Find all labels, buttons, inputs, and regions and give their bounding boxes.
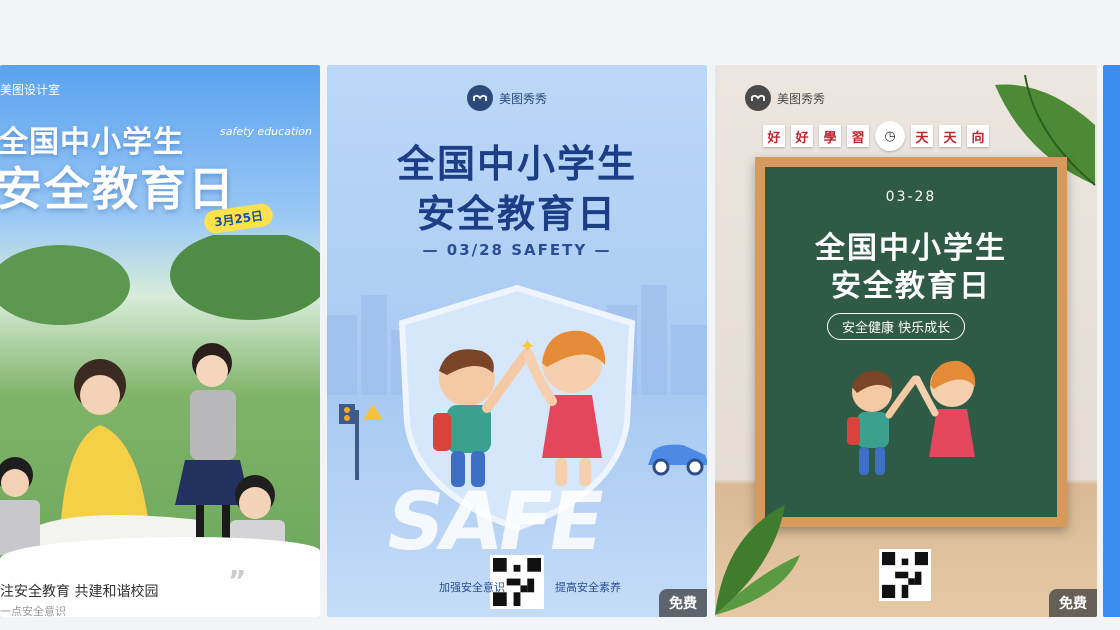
- right-caption: 提高安全素养: [555, 581, 621, 594]
- motto-char: 天: [939, 125, 961, 147]
- meitu-logo-icon: [745, 85, 771, 111]
- clock-icon: ◷: [875, 121, 905, 151]
- motto-char: 好: [763, 125, 785, 147]
- slogan-pill: 安全健康 快乐成长: [827, 313, 966, 340]
- template-card-1[interactable]: 美图设计室 全国中小学生 安全教育日 safety education 3月25…: [0, 65, 320, 617]
- motto-char: 好: [791, 125, 813, 147]
- svg-text:✦: ✦: [519, 334, 536, 358]
- traffic-light-icon: [339, 404, 383, 480]
- car-icon: [648, 444, 707, 476]
- studio-label: 美图设计室: [0, 83, 61, 97]
- card-title-line2: 安全教育日: [831, 269, 991, 304]
- motto-char: 向: [967, 125, 989, 147]
- students-photo: [0, 235, 320, 555]
- children-illustration: [847, 360, 976, 475]
- board-date: 03-28: [885, 189, 937, 205]
- brand-name: 美图秀秀: [777, 91, 826, 106]
- bottom-subtext: 一点安全意识: [0, 605, 66, 617]
- quote-mark-icon: ”: [228, 564, 247, 597]
- template-card-2[interactable]: 美图秀秀 全国中小学生 安全教育日 — 03/28 SAFETY — ✦ SAF…: [327, 65, 707, 617]
- motto-char: 學: [819, 125, 841, 147]
- card-subtitle: — 03/28 SAFETY —: [422, 241, 612, 259]
- motto-char: 天: [911, 125, 933, 147]
- card-title-line2: 安全教育日: [0, 162, 236, 216]
- brand-logo: 美图秀秀: [467, 85, 547, 111]
- motto-banner: 好 好 學 習 ◷ 天 天 向: [763, 121, 989, 151]
- bottom-slogan: 注安全教育 共建和谐校园: [0, 584, 159, 600]
- qr-code: [879, 549, 931, 601]
- plant-icon: [715, 505, 800, 615]
- motto-char: 習: [847, 125, 869, 147]
- free-badge: 免费: [659, 589, 707, 617]
- english-caption: safety education: [220, 125, 313, 138]
- template-card-3[interactable]: 美图秀秀 好 好 學 習 ◷ 天 天 向 03-28 全国中小学生 安全教育日 …: [715, 65, 1097, 617]
- card-title-line2: 安全教育日: [416, 192, 617, 236]
- meitu-logo-icon: [467, 85, 493, 111]
- brand-logo: 美图秀秀: [745, 85, 825, 111]
- free-badge: 免费: [1049, 589, 1097, 617]
- left-caption: 加强安全意识: [439, 581, 505, 594]
- card-title-line1: 全国中小学生: [396, 142, 637, 186]
- template-card-4[interactable]: [1103, 65, 1120, 617]
- brand-name: 美图秀秀: [499, 91, 548, 106]
